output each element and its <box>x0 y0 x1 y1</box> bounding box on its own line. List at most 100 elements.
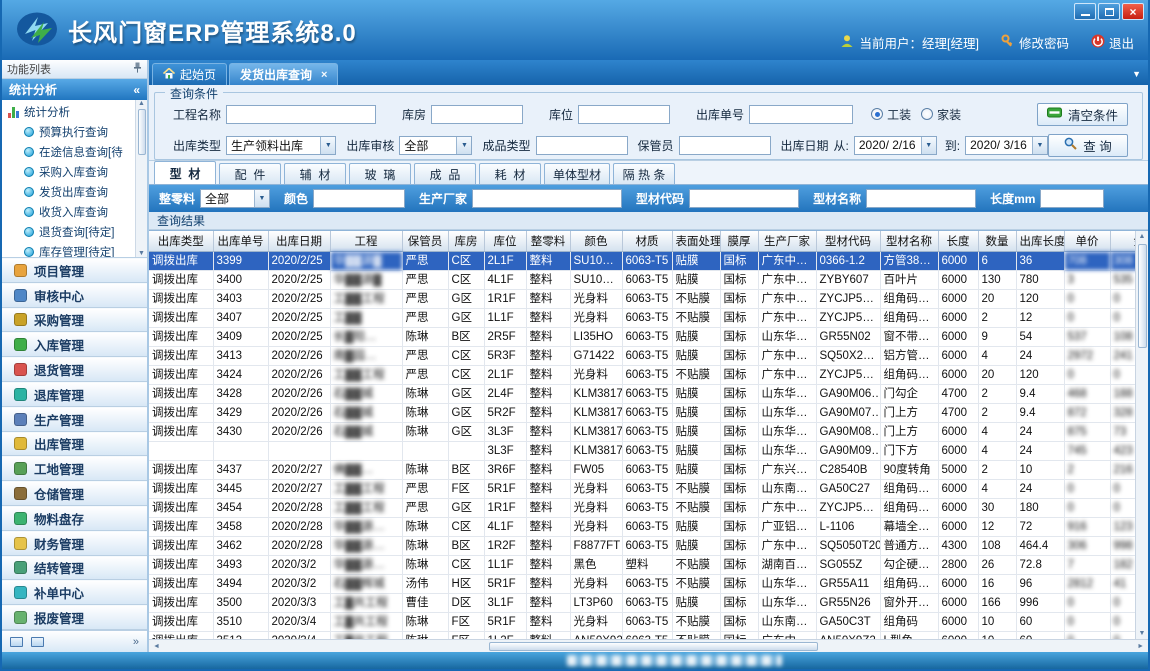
product-type-input[interactable] <box>536 136 628 155</box>
profile-name-input[interactable] <box>866 189 976 208</box>
material-tab[interactable]: 隔 热 条 <box>613 163 675 184</box>
logout-link[interactable]: 退出 <box>1091 33 1134 52</box>
column-header[interactable]: 膜厚 <box>720 231 758 251</box>
table-row[interactable]: 调拨出库34302020/2/26石▓▓城陈琳G区3L3F整料KLM381760… <box>149 422 1135 441</box>
column-header[interactable]: 出库类型 <box>149 231 213 251</box>
tab-list-caret-icon[interactable]: ▼ <box>1132 69 1141 79</box>
table-row[interactable]: 调拨出库35122020/3/4工▓共工程陈琳F区1L2F整料AN50X92…6… <box>149 631 1135 639</box>
table-row[interactable]: 调拨出库34132020/2/26南▓园…严思C区5R3F整料G71422606… <box>149 346 1135 365</box>
column-header[interactable]: 金额 <box>1110 231 1135 251</box>
scroll-up-icon[interactable]: ▲ <box>138 100 145 107</box>
table-row[interactable]: 调拨出库35002020/3/3工▓共工程曹佳D区3L1F整料LT3P60606… <box>149 593 1135 612</box>
table-row[interactable]: 调拨出库34002020/2/25华▓▓源▓严思C区4L1F整料SU10…606… <box>149 270 1135 289</box>
dropdown-arrow-icon[interactable]: ▼ <box>254 190 269 207</box>
tree-item[interactable]: 库存管理[待定] <box>2 242 147 258</box>
tree-scroll-thumb[interactable] <box>138 109 146 155</box>
more-panels-icon[interactable]: » <box>133 636 139 648</box>
project-name-input[interactable] <box>226 105 376 124</box>
column-header[interactable]: 长度 <box>938 231 978 251</box>
column-header[interactable]: 生产厂家 <box>758 231 816 251</box>
column-header[interactable]: 出库长度 <box>1016 231 1064 251</box>
manufacturer-input[interactable] <box>472 189 622 208</box>
radio-jiazhuang[interactable]: 家装 <box>921 106 961 123</box>
column-header[interactable]: 表面处理 <box>672 231 720 251</box>
column-header[interactable]: 库房 <box>448 231 484 251</box>
out-type-select[interactable]: 生产领料出库 ▼ <box>226 136 336 155</box>
table-row[interactable]: 调拨出库34452020/2/27工▓▓工程严思F区5R1F整料光身料6063-… <box>149 479 1135 498</box>
column-header[interactable]: 出库日期 <box>268 231 330 251</box>
table-row[interactable]: 调拨出库34582020/2/28华▓▓源…陈琳C区4L1F整料光身料6063-… <box>149 517 1135 536</box>
tab-close-icon[interactable]: × <box>321 69 327 81</box>
tree-item[interactable]: 采购入库查询 <box>2 162 147 182</box>
accordion-item[interactable]: 入库管理 <box>2 332 147 357</box>
vertical-scrollbar[interactable]: ▲ ▼ <box>1135 231 1148 639</box>
date-to-picker[interactable]: 2020/ 3/16 ▼ <box>965 136 1048 155</box>
column-header[interactable]: 出库单号 <box>213 231 268 251</box>
table-row[interactable]: 调拨出库34622020/2/28华▓▓源…陈琳B区1R2F整料F8877FT6… <box>149 536 1135 555</box>
change-password-link[interactable]: 修改密码 <box>1001 33 1069 52</box>
table-row[interactable]: 调拨出库34932020/3/2华▓▓源…陈琳C区1L1F整料黑色塑料不贴膜国标… <box>149 555 1135 574</box>
radio-gongzhuang[interactable]: 工装 <box>871 106 911 123</box>
table-row[interactable]: 调拨出库34372020/2/27佛▓▓…陈琳B区3R6F整料FW056063-… <box>149 460 1135 479</box>
column-header[interactable]: 颜色 <box>570 231 622 251</box>
scroll-down-icon[interactable]: ▼ <box>1137 628 1148 639</box>
location-input[interactable] <box>578 105 670 124</box>
dropdown-arrow-icon[interactable]: ▼ <box>320 137 335 154</box>
table-row[interactable]: 调拨出库34072020/2/25工▓▓严思G区1L1F整料光身料6063-T5… <box>149 308 1135 327</box>
accordion-item[interactable]: 生产管理 <box>2 407 147 432</box>
accordion-item[interactable]: 物料盘存 <box>2 506 147 531</box>
table-row[interactable]: 调拨出库33992020/2/25华▓▓源▓严思C区2L1F整料SU10…606… <box>149 251 1135 270</box>
table-row[interactable]: 调拨出库34282020/2/26石▓▓城陈琳G区2L4F整料KLM381760… <box>149 384 1135 403</box>
tab-shipping-outbound-query[interactable]: 发货出库查询 × <box>229 63 338 85</box>
accordion-item[interactable]: 出库管理 <box>2 432 147 457</box>
table-row[interactable]: 3L3F整料KLM38176063-T5贴膜国标山东华…GA90M09…门下方6… <box>149 441 1135 460</box>
search-button[interactable]: 查 询 <box>1048 134 1128 157</box>
order-no-input[interactable] <box>749 105 853 124</box>
panel-list-icon[interactable] <box>31 637 44 647</box>
table-row[interactable]: 调拨出库34032020/2/25工▓▓工程严思G区1R1F整料光身料6063-… <box>149 289 1135 308</box>
column-header[interactable]: 整零料 <box>526 231 570 251</box>
tree-item[interactable]: 预算执行查询 <box>2 122 147 142</box>
accordion-item[interactable]: 工地管理 <box>2 456 147 481</box>
column-header[interactable]: 库位 <box>484 231 526 251</box>
material-tab[interactable]: 配 件 <box>219 163 281 184</box>
column-header[interactable]: 保管员 <box>402 231 448 251</box>
clear-conditions-button[interactable]: 清空条件 <box>1037 103 1128 126</box>
dropdown-arrow-icon[interactable]: ▼ <box>921 137 936 154</box>
collapse-icon[interactable]: « <box>133 83 140 97</box>
accordion-item[interactable]: 采购管理 <box>2 308 147 333</box>
minimize-button[interactable] <box>1074 3 1096 20</box>
table-row[interactable]: 调拨出库34242020/2/26工▓▓工程严思C区2L1F整料光身料6063-… <box>149 365 1135 384</box>
accordion-item[interactable]: 财务管理 <box>2 531 147 556</box>
table-row[interactable]: 调拨出库34092020/2/25长▓阳…陈琳B区2R5F整料LI35HO606… <box>149 327 1135 346</box>
tree-item[interactable]: 收货入库查询 <box>2 202 147 222</box>
pin-icon[interactable] <box>133 62 142 76</box>
color-input[interactable] <box>313 189 405 208</box>
tree-scrollbar[interactable]: ▲ ▼ <box>135 100 147 257</box>
panel-view-icon[interactable] <box>10 637 23 647</box>
column-header[interactable]: 工程 <box>330 231 402 251</box>
material-tab[interactable]: 玻 璃 <box>349 163 411 184</box>
accordion-item[interactable]: 项目管理 <box>2 258 147 283</box>
material-tab[interactable]: 单体型材 <box>544 163 610 184</box>
horizontal-scrollbar[interactable]: ◄ ► <box>149 639 1148 652</box>
material-tab[interactable]: 耗 材 <box>479 163 541 184</box>
profile-code-input[interactable] <box>689 189 799 208</box>
accordion-item[interactable]: 补单中心 <box>2 580 147 605</box>
table-row[interactable]: 调拨出库34942020/3/2石▓▓辉城汤伟H区5R1F整料光身料6063-T… <box>149 574 1135 593</box>
sidebar-section-header[interactable]: 统计分析 « <box>2 79 147 100</box>
tab-home[interactable]: 起始页 <box>152 63 227 85</box>
dropdown-arrow-icon[interactable]: ▼ <box>1032 137 1047 154</box>
scroll-down-icon[interactable]: ▼ <box>138 250 145 257</box>
scroll-up-icon[interactable]: ▲ <box>1137 231 1148 242</box>
table-row[interactable]: 调拨出库34292020/2/26石▓▓城陈琳G区5R2F整料KLM381760… <box>149 403 1135 422</box>
scroll-right-icon[interactable]: ► <box>1135 641 1146 652</box>
accordion-item[interactable]: 仓储管理 <box>2 481 147 506</box>
material-tab[interactable]: 型 材 <box>154 161 216 184</box>
accordion-item[interactable]: 退库管理 <box>2 382 147 407</box>
vscroll-thumb[interactable] <box>1138 244 1147 348</box>
material-tab[interactable]: 成 品 <box>414 163 476 184</box>
keeper-input[interactable] <box>679 136 771 155</box>
hscroll-thumb[interactable] <box>489 642 819 651</box>
table-row[interactable]: 调拨出库34542020/2/28工▓▓工程严思G区1R1F整料光身料6063-… <box>149 498 1135 517</box>
